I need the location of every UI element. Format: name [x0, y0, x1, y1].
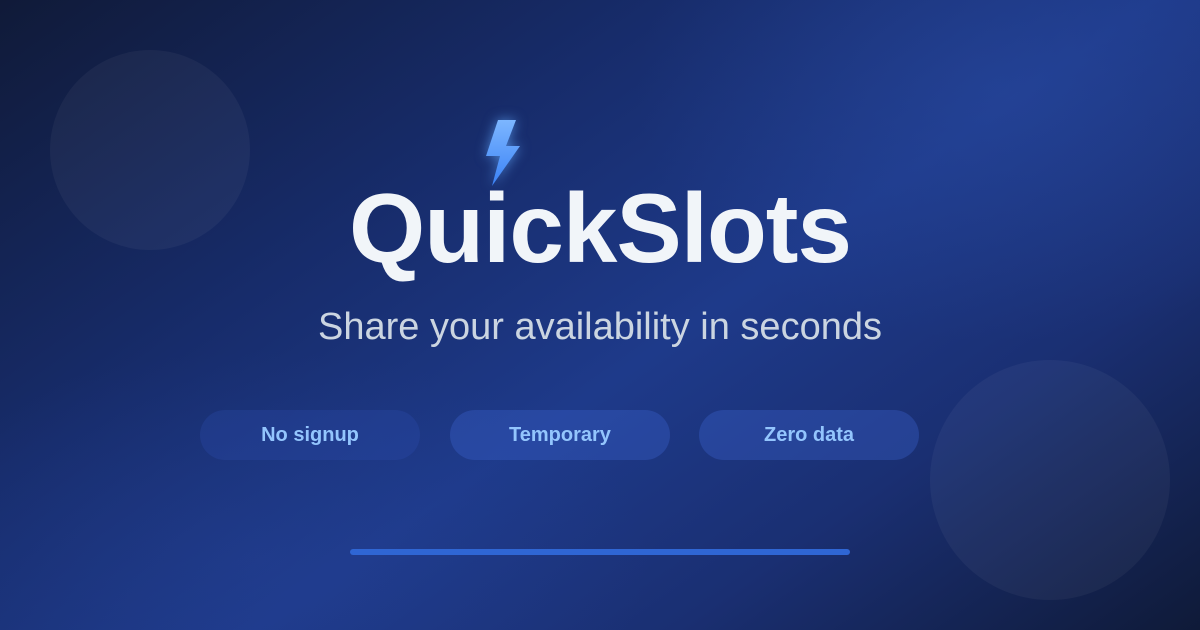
decorative-circle-right [930, 360, 1170, 600]
accent-bar [350, 549, 850, 555]
feature-pill-temporary: Temporary [450, 410, 670, 460]
feature-pill-zero-data: Zero data [699, 410, 919, 460]
feature-pill-no-signup: No signup [200, 410, 420, 460]
tagline: Share your availability in seconds [318, 306, 882, 348]
social-share-card: QuickSlots Share your availability in se… [0, 0, 1200, 630]
brand-title: QuickSlots [349, 173, 852, 283]
